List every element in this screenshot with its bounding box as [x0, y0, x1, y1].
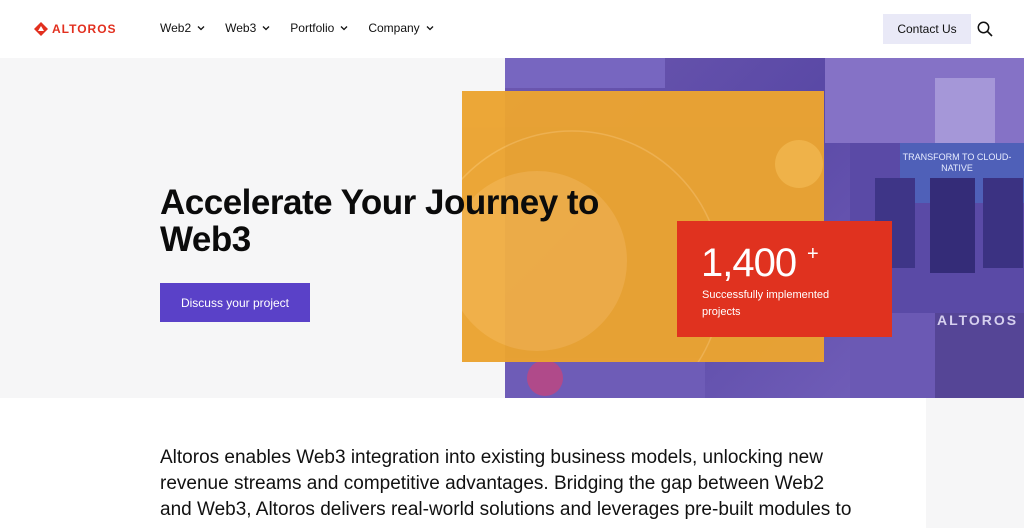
chevron-down-icon [340, 26, 348, 31]
main-nav: Web2 Web3 Portfolio Company [160, 21, 434, 35]
intro-paragraph: Altoros enables Web3 integration into ex… [160, 447, 852, 520]
contact-us-button[interactable]: Contact Us [883, 14, 971, 44]
nav-item-label: Web3 [225, 21, 257, 35]
search-icon[interactable] [976, 20, 994, 38]
nav-item-label: Portfolio [290, 21, 335, 35]
banner-text: TRANSFORM TO CLOUD-NATIVE [902, 152, 1012, 173]
chevron-down-icon [426, 26, 434, 31]
chevron-down-icon [197, 26, 205, 31]
altoros-logo[interactable]: ALTOROS [34, 21, 117, 37]
nav-item-company[interactable]: Company [368, 21, 434, 35]
altoros-logo-icon [34, 22, 48, 36]
page: ALTOROS Web2 Web3 Portfolio Company Cont… [0, 0, 1024, 528]
nav-item-label: Web2 [160, 21, 192, 35]
stat-label: Successfully implemented projects [702, 289, 830, 318]
right-side-panel [926, 398, 1024, 528]
banner-logo-text: ALTOROS [937, 312, 1019, 328]
stat-plus: + [807, 243, 819, 265]
hero-title: Accelerate Your Journey to Web3 [160, 183, 599, 259]
chevron-down-icon [262, 26, 270, 31]
conference-banner: TRANSFORM TO CLOUD-NATIVE [895, 146, 1019, 196]
stats-card: 1,400 + Successfully implemented project… [677, 221, 892, 337]
stat-number: 1,400 [701, 241, 797, 285]
logo-text: ALTOROS [52, 22, 117, 36]
discuss-project-button[interactable]: Discuss your project [160, 283, 310, 322]
nav-item-portfolio[interactable]: Portfolio [290, 21, 348, 35]
nav-item-web3[interactable]: Web3 [225, 21, 270, 35]
site-header: ALTOROS Web2 Web3 Portfolio Company Cont… [0, 0, 1024, 59]
nav-item-web2[interactable]: Web2 [160, 21, 205, 35]
nav-item-label: Company [368, 21, 420, 35]
